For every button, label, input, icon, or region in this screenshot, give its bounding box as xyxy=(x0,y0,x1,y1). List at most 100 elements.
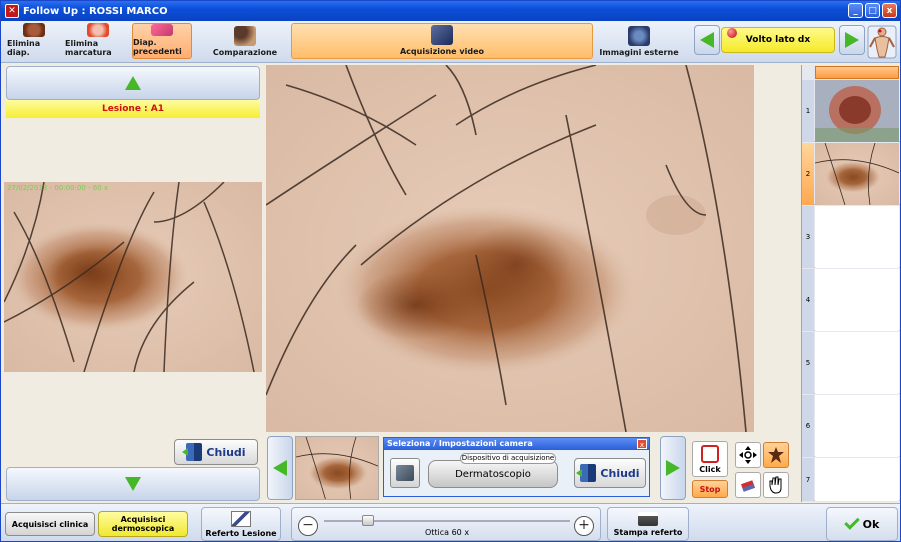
empty-thumbnail[interactable] xyxy=(815,458,899,501)
close-left-image-button[interactable]: Chiudi xyxy=(174,439,258,465)
zoom-label: Ottica 60 x xyxy=(424,528,470,537)
arrow-right-icon xyxy=(666,460,680,476)
camera-panel-close-icon[interactable]: x xyxy=(637,439,647,449)
scroll-up-button[interactable] xyxy=(6,66,260,100)
thumbnail-slot[interactable]: 7 xyxy=(802,458,900,501)
strip-next-button[interactable] xyxy=(660,436,686,500)
hand-tool-button[interactable] xyxy=(763,472,789,498)
scroll-down-button[interactable] xyxy=(6,467,260,501)
delete-marking-icon xyxy=(87,23,109,37)
lesion-icon xyxy=(768,447,784,463)
close-window-button[interactable]: x xyxy=(882,3,897,18)
zoom-out-button[interactable]: − xyxy=(298,516,318,536)
exit-door-icon xyxy=(182,443,203,461)
thumbnail-slot[interactable]: 6 xyxy=(802,395,900,457)
delete-slide-button[interactable]: Elimina diap. xyxy=(7,23,61,59)
lesion-marker-button[interactable] xyxy=(763,442,789,468)
camera-icon xyxy=(628,26,650,46)
slot-number: 4 xyxy=(802,269,814,331)
capture-stop-button[interactable]: Stop xyxy=(692,480,728,498)
slot-number: 3 xyxy=(802,206,814,268)
arrow-right-icon xyxy=(845,32,859,48)
image-margin xyxy=(754,65,800,432)
slot-number: 1 xyxy=(802,80,814,142)
video-acquisition-button[interactable]: Acquisizione video xyxy=(291,23,593,59)
bottom-bar: Acquisisci clinica Acquisisci dermoscopi… xyxy=(1,503,900,541)
previous-dermoscopic-image: 27/02/2013 - 00:00:00 - 60 x xyxy=(4,182,262,372)
report-pen-icon xyxy=(231,510,251,527)
window-controls: _ □ x xyxy=(848,3,897,18)
comparison-icon xyxy=(234,26,256,46)
previous-slides-button[interactable]: Diap. precedenti xyxy=(132,23,192,59)
arrow-down-icon xyxy=(125,477,141,491)
window-title: Follow Up : ROSSI MARCO xyxy=(23,5,168,17)
device-legend: Dispositivo di acquisizione xyxy=(460,453,556,464)
camera-settings-panel: Seleziona / Impostazioni camera x Dispos… xyxy=(383,437,650,497)
thumbnail-slot[interactable]: 1 xyxy=(802,80,900,142)
previous-slides-icon xyxy=(151,24,173,36)
camera-device-icon xyxy=(396,465,414,481)
app-icon: ✕ xyxy=(5,4,19,18)
move-arrows-icon xyxy=(739,446,757,464)
zoom-in-button[interactable]: + xyxy=(574,516,594,536)
comparison-button[interactable]: Comparazione xyxy=(201,23,289,59)
thumbnail-slot[interactable]: 5 xyxy=(802,332,900,394)
eraser-icon xyxy=(740,480,756,492)
next-site-button[interactable] xyxy=(839,25,865,55)
body-map-icon[interactable] xyxy=(867,25,897,59)
slot-number: 7 xyxy=(802,458,814,501)
slot-number: 6 xyxy=(802,395,814,457)
empty-thumbnail[interactable] xyxy=(815,332,899,394)
print-report-button[interactable]: Stampa referto xyxy=(607,507,689,541)
capture-click-button[interactable]: Click xyxy=(692,441,728,477)
delete-marking-button[interactable]: Elimina marcatura xyxy=(65,23,131,59)
thumbnail-image[interactable] xyxy=(815,80,899,142)
exit-door-icon xyxy=(576,464,597,482)
zoom-control: − Ottica 60 x + xyxy=(291,507,601,541)
empty-thumbnail[interactable] xyxy=(815,269,899,331)
acquire-dermoscopic-button[interactable]: Acquisisci dermoscopica xyxy=(98,511,188,537)
site-marker-icon xyxy=(727,28,737,38)
camera-panel-title: Seleziona / Impostazioni camera xyxy=(384,438,649,450)
empty-thumbnail[interactable] xyxy=(815,395,899,457)
live-dermoscopic-image[interactable] xyxy=(266,65,754,432)
left-panel: Lesione : A1 27/02/2013 - 00:00:00 - 60 … xyxy=(4,64,262,502)
strip-prev-button[interactable] xyxy=(267,436,293,500)
move-tool-button[interactable] xyxy=(735,442,761,468)
prev-site-button[interactable] xyxy=(694,25,720,55)
thumbnail-slot[interactable]: 4 xyxy=(802,269,900,331)
thumbnail-column: 1 2 3 4 5 6 7 xyxy=(801,65,900,502)
ok-button[interactable]: Ok xyxy=(826,507,898,541)
body-site-label[interactable]: Volto lato dx xyxy=(721,27,835,53)
thumbnail-slot[interactable]: 3 xyxy=(802,206,900,268)
dermatoscope-icon xyxy=(431,25,453,45)
slot-number: 5 xyxy=(802,332,814,394)
empty-thumbnail[interactable] xyxy=(815,206,899,268)
title-bar: ✕ Follow Up : ROSSI MARCO _ □ x xyxy=(1,1,900,21)
lesion-report-button[interactable]: Referto Lesione xyxy=(201,507,281,541)
arrow-up-icon xyxy=(125,76,141,90)
slot-number: 2 xyxy=(802,143,814,205)
hand-pointer-icon xyxy=(701,445,719,463)
printer-icon xyxy=(638,511,658,526)
thumbnail-image[interactable] xyxy=(815,143,899,205)
application-window: ✕ Follow Up : ROSSI MARCO _ □ x Elimina … xyxy=(0,0,901,542)
zoom-slider-track[interactable] xyxy=(324,520,570,522)
thumbnail-slot[interactable]: 2 xyxy=(802,143,900,205)
lesion-label: Lesione : A1 xyxy=(6,100,260,118)
device-select[interactable]: Dermatoscopio xyxy=(428,460,558,488)
close-camera-panel-button[interactable]: Chiudi xyxy=(574,458,646,488)
acquire-clinical-button[interactable]: Acquisisci clinica xyxy=(5,512,95,536)
minimize-button[interactable]: _ xyxy=(848,3,863,18)
delete-slide-icon xyxy=(23,23,45,37)
maximize-button[interactable]: □ xyxy=(865,3,880,18)
zoom-slider-handle[interactable] xyxy=(362,515,374,526)
captured-thumbnail[interactable] xyxy=(295,436,379,500)
thumbnail-scroll-handle[interactable] xyxy=(815,66,899,79)
camera-settings-button[interactable] xyxy=(390,458,420,488)
arrow-left-icon xyxy=(700,32,714,48)
external-images-button[interactable]: Immagini esterne xyxy=(597,23,681,59)
image-caption: 27/02/2013 - 00:00:00 - 60 x xyxy=(7,184,109,192)
eraser-tool-button[interactable] xyxy=(735,472,761,498)
check-icon xyxy=(843,514,860,530)
